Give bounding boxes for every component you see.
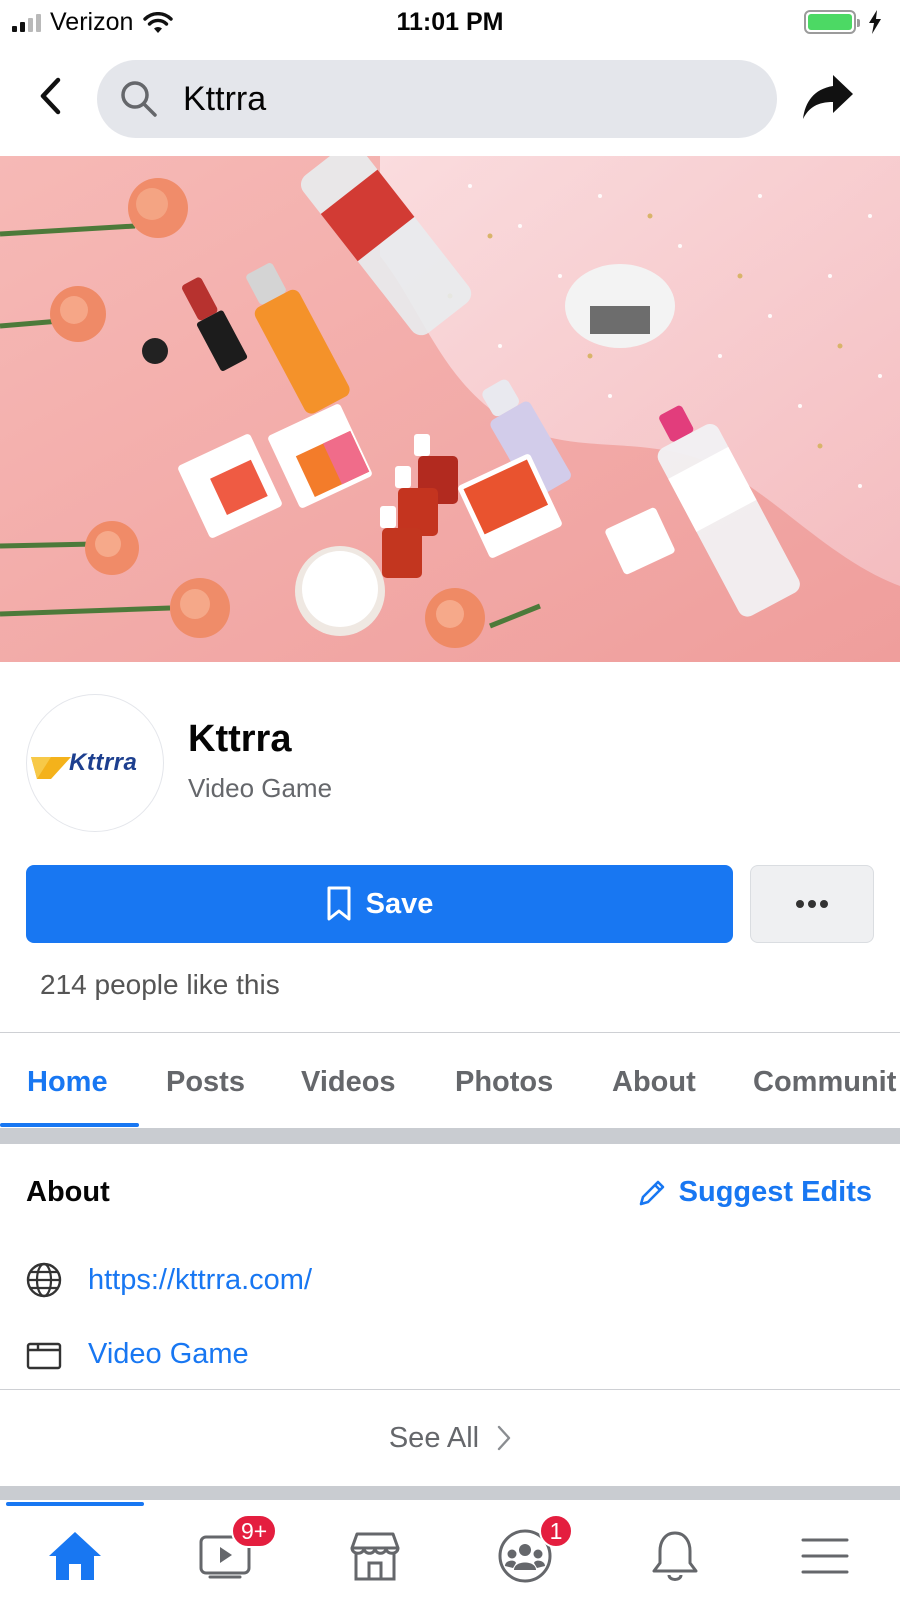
battery-icon — [804, 10, 860, 34]
search-input[interactable] — [183, 78, 743, 120]
page-tabs: Home Posts Videos Photos About Communit — [0, 1034, 900, 1128]
nav-notifications[interactable] — [645, 1526, 705, 1586]
more-options-button[interactable] — [750, 865, 874, 943]
bell-icon — [652, 1531, 698, 1581]
about-website-row: https://kttrra.com/ — [26, 1262, 312, 1298]
page-title: Kttrra — [188, 718, 292, 760]
charging-icon — [869, 10, 881, 34]
see-all-label: See All — [388, 1421, 480, 1454]
bottom-nav: 9+ 1 — [0, 1500, 900, 1600]
tab-community[interactable]: Communit — [753, 1066, 896, 1099]
tab-photos[interactable]: Photos — [455, 1066, 553, 1099]
pencil-icon — [639, 1180, 664, 1205]
website-link[interactable]: https://kttrra.com/ — [88, 1264, 312, 1297]
groups-badge: 1 — [539, 1514, 573, 1548]
status-right — [804, 10, 882, 34]
logo-mark-icon — [31, 757, 71, 779]
cover-photo-illustration — [0, 156, 900, 662]
save-label: Save — [365, 887, 434, 920]
see-all-button[interactable]: See All — [0, 1390, 900, 1486]
share-arrow-icon — [803, 75, 853, 119]
suggest-edits-label: Suggest Edits — [678, 1176, 872, 1208]
likes-count: 214 people like this — [40, 969, 280, 1000]
top-bar — [0, 56, 900, 142]
nav-home[interactable] — [45, 1526, 105, 1586]
save-button[interactable]: Save — [26, 865, 733, 943]
active-nav-indicator — [6, 1502, 144, 1506]
category-link[interactable]: Video Game — [88, 1338, 249, 1371]
watch-badge: 9+ — [231, 1514, 278, 1548]
category-icon — [26, 1336, 62, 1372]
chevron-left-icon — [40, 77, 61, 115]
divider — [0, 1032, 900, 1033]
page-category[interactable]: Video Game — [188, 773, 332, 804]
about-heading: About — [26, 1176, 110, 1208]
profile-picture[interactable]: Kttrra — [26, 694, 164, 832]
nav-menu[interactable] — [795, 1526, 855, 1586]
nav-marketplace[interactable] — [345, 1526, 405, 1586]
about-category-row: Video Game — [26, 1336, 249, 1372]
suggest-edits-button[interactable]: Suggest Edits — [637, 1176, 872, 1209]
home-icon — [49, 1532, 101, 1580]
back-button[interactable] — [28, 74, 72, 118]
share-button[interactable] — [800, 72, 864, 124]
active-tab-indicator — [0, 1123, 139, 1127]
chevron-right-icon — [497, 1425, 511, 1451]
section-separator — [0, 1128, 900, 1144]
menu-icon — [801, 1538, 849, 1574]
tab-home[interactable]: Home — [27, 1066, 108, 1099]
cover-photo[interactable] — [0, 156, 900, 662]
globe-icon — [26, 1262, 62, 1298]
tab-posts[interactable]: Posts — [166, 1066, 245, 1099]
tab-videos[interactable]: Videos — [301, 1066, 396, 1099]
status-bar: Verizon 11:01 PM — [0, 0, 900, 46]
search-icon — [121, 81, 157, 117]
status-time: 11:01 PM — [396, 8, 504, 36]
search-box[interactable] — [97, 60, 777, 138]
ellipsis-icon — [796, 900, 828, 908]
marketplace-icon — [350, 1532, 400, 1581]
section-separator — [0, 1486, 900, 1500]
tab-about[interactable]: About — [612, 1066, 696, 1099]
bookmark-icon — [327, 886, 351, 921]
logo-text: Kttrra — [69, 749, 138, 776]
